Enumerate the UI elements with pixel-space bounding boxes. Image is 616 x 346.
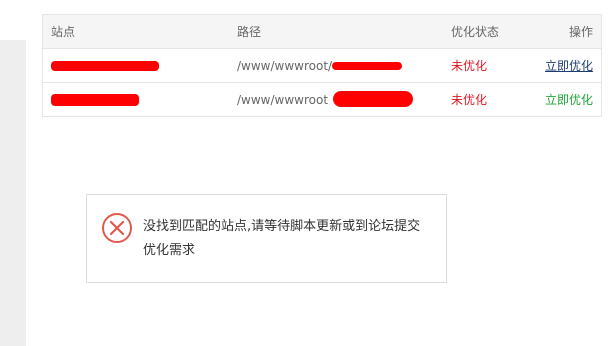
header-path: 路径	[237, 14, 451, 49]
header-action: 操作	[531, 14, 602, 49]
side-panel	[0, 40, 26, 346]
status-cell: 未优化	[451, 48, 531, 83]
table-row: /www/wwwroot/ 未优化 立即优化	[42, 48, 602, 83]
redaction-mark	[51, 61, 159, 71]
path-cell: /www/wwwroot/	[237, 48, 451, 83]
path-text: /www/wwwroot/	[237, 58, 333, 73]
path-text: /www/wwwroot	[237, 92, 329, 107]
optimize-now-link[interactable]: 立即优化	[545, 59, 593, 73]
action-cell: 立即优化	[531, 48, 602, 83]
site-cell	[42, 48, 237, 83]
action-cell: 立即优化	[531, 83, 602, 117]
redaction-mark	[333, 91, 413, 107]
table-row: /www/wwwroot 未优化 立即优化	[43, 83, 602, 117]
error-x-icon	[102, 213, 132, 243]
path-cell: /www/wwwroot	[237, 83, 451, 117]
optimize-now-link[interactable]: 立即优化	[545, 93, 593, 107]
redaction-mark	[332, 62, 402, 70]
status-cell: 未优化	[451, 93, 488, 107]
table-header-row: 站点 路径 优化状态 操作	[42, 14, 602, 49]
site-optimization-table: 站点 路径 优化状态 操作 /www/wwwroot/ 未优化 立即优化 /ww…	[42, 14, 602, 117]
site-cell	[43, 83, 238, 117]
dialog-message: 没找到匹配的站点,请等待脚本更新或到论坛提交优化需求	[143, 219, 421, 258]
redaction-mark	[51, 94, 139, 106]
error-message-dialog: 没找到匹配的站点,请等待脚本更新或到论坛提交优化需求	[86, 194, 447, 283]
header-site: 站点	[42, 14, 237, 49]
header-status: 优化状态	[451, 14, 531, 49]
